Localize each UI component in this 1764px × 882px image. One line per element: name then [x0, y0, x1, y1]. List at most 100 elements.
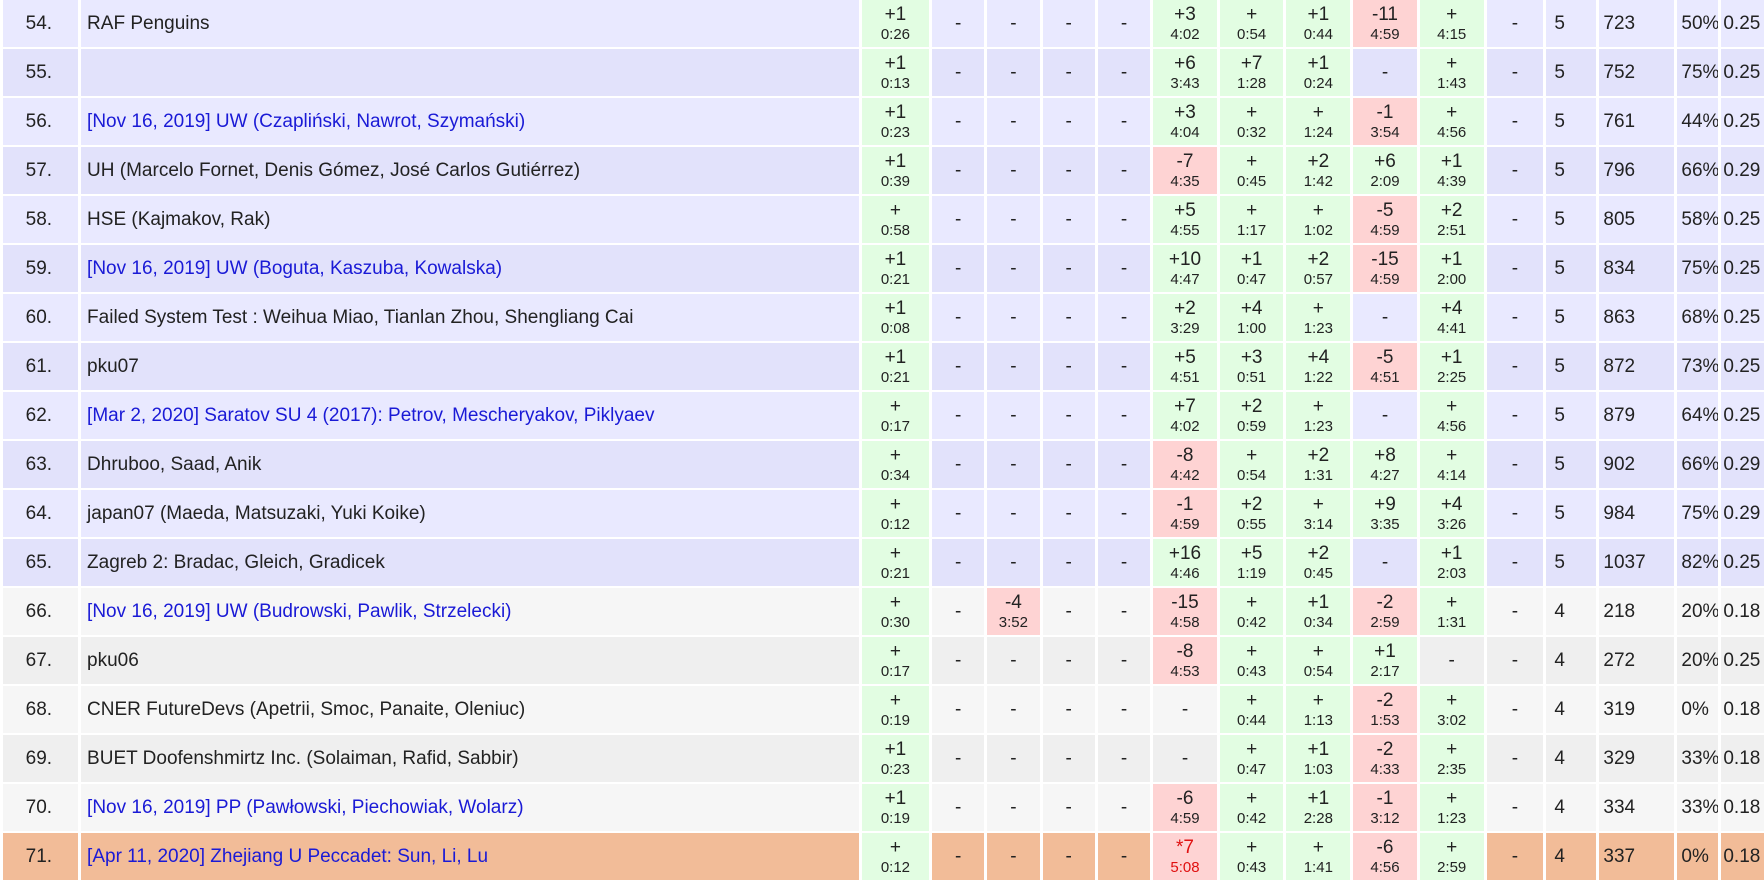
problem-cell-accepted[interactable]: +2 1:31: [1286, 441, 1351, 490]
problem-cell-accepted[interactable]: +3:14: [1286, 490, 1351, 539]
problem-cell-rejected[interactable]: -2 4:33: [1353, 735, 1417, 784]
problem-cell-accepted[interactable]: +1 1:03: [1286, 735, 1351, 784]
party-link[interactable]: [Apr 11, 2020] Zhejiang U Peccadet: Sun,…: [81, 833, 859, 882]
problem-cell-accepted[interactable]: +0:30: [861, 588, 929, 637]
problem-cell-accepted[interactable]: +0:12: [861, 833, 929, 882]
problem-cell-accepted[interactable]: +1 0:13: [861, 49, 929, 98]
problem-cell-accepted[interactable]: +0:32: [1219, 98, 1284, 147]
problem-cell-accepted[interactable]: +4:56: [1419, 392, 1484, 441]
party-link[interactable]: [Mar 2, 2020] Saratov SU 4 (2017): Petro…: [81, 392, 859, 441]
problem-cell-accepted[interactable]: +1 2:28: [1286, 784, 1351, 833]
problem-cell-accepted[interactable]: +2 0:59: [1219, 392, 1284, 441]
problem-cell-accepted[interactable]: +1:02: [1286, 196, 1351, 245]
problem-cell-accepted[interactable]: +6 3:43: [1153, 49, 1217, 98]
problem-cell-accepted[interactable]: +1 0:08: [861, 294, 929, 343]
problem-cell-accepted[interactable]: +2 1:42: [1286, 147, 1351, 196]
problem-cell-accepted[interactable]: +0:43: [1219, 833, 1284, 882]
problem-cell-accepted[interactable]: +3 4:04: [1153, 98, 1217, 147]
problem-cell-accepted[interactable]: +9 3:35: [1353, 490, 1417, 539]
problem-cell-rejected[interactable]: -5 4:59: [1353, 196, 1417, 245]
party-link[interactable]: [Nov 16, 2019] UW (Budrowski, Pawlik, St…: [81, 588, 859, 637]
problem-cell-accepted[interactable]: +4:14: [1419, 441, 1484, 490]
problem-cell-rejected[interactable]: -8 4:42: [1153, 441, 1217, 490]
problem-cell-accepted[interactable]: +4 1:00: [1219, 294, 1284, 343]
problem-cell-accepted[interactable]: +1:31: [1419, 588, 1484, 637]
problem-cell-rejected[interactable]: -6 4:56: [1353, 833, 1417, 882]
problem-cell-rejected[interactable]: -15 4:58: [1153, 588, 1217, 637]
problem-cell-rejected[interactable]: -2 1:53: [1353, 686, 1417, 735]
problem-cell-accepted[interactable]: +16 4:46: [1153, 539, 1217, 588]
problem-cell-accepted[interactable]: +0:19: [861, 686, 929, 735]
problem-cell-accepted[interactable]: +2 2:51: [1419, 196, 1484, 245]
problem-cell-accepted[interactable]: +1 0:39: [861, 147, 929, 196]
problem-cell-rejected[interactable]: -11 4:59: [1353, 0, 1417, 49]
problem-cell-rejected[interactable]: *7 5:08: [1153, 833, 1217, 882]
problem-cell-accepted[interactable]: +1:23: [1286, 392, 1351, 441]
problem-cell-accepted[interactable]: +1:23: [1419, 784, 1484, 833]
problem-cell-accepted[interactable]: +10 4:47: [1153, 245, 1217, 294]
problem-cell-accepted[interactable]: +2 0:45: [1286, 539, 1351, 588]
problem-cell-accepted[interactable]: +4:56: [1419, 98, 1484, 147]
problem-cell-accepted[interactable]: +3 4:02: [1153, 0, 1217, 49]
problem-cell-rejected[interactable]: -1 3:12: [1353, 784, 1417, 833]
problem-cell-accepted[interactable]: +1 2:17: [1353, 637, 1417, 686]
problem-cell-accepted[interactable]: +4 1:22: [1286, 343, 1351, 392]
problem-cell-accepted[interactable]: +1:13: [1286, 686, 1351, 735]
problem-cell-rejected[interactable]: -6 4:59: [1153, 784, 1217, 833]
problem-cell-accepted[interactable]: +8 4:27: [1353, 441, 1417, 490]
problem-cell-accepted[interactable]: +1 0:26: [861, 0, 929, 49]
problem-cell-accepted[interactable]: +0:12: [861, 490, 929, 539]
problem-cell-accepted[interactable]: +1 0:19: [861, 784, 929, 833]
problem-cell-accepted[interactable]: +0:17: [861, 637, 929, 686]
problem-cell-accepted[interactable]: +1:24: [1286, 98, 1351, 147]
problem-cell-accepted[interactable]: +2 0:57: [1286, 245, 1351, 294]
problem-cell-accepted[interactable]: +0:47: [1219, 735, 1284, 784]
problem-cell-accepted[interactable]: +1 2:00: [1419, 245, 1484, 294]
problem-cell-rejected[interactable]: -1 3:54: [1353, 98, 1417, 147]
problem-cell-accepted[interactable]: +1 2:25: [1419, 343, 1484, 392]
problem-cell-accepted[interactable]: +2 3:29: [1153, 294, 1217, 343]
problem-cell-accepted[interactable]: +0:43: [1219, 637, 1284, 686]
problem-cell-rejected[interactable]: -8 4:53: [1153, 637, 1217, 686]
problem-cell-accepted[interactable]: +1:41: [1286, 833, 1351, 882]
problem-cell-accepted[interactable]: +0:54: [1219, 441, 1284, 490]
problem-cell-accepted[interactable]: +1 0:44: [1286, 0, 1351, 49]
problem-cell-accepted[interactable]: +7 1:28: [1219, 49, 1284, 98]
problem-cell-accepted[interactable]: +1 0:47: [1219, 245, 1284, 294]
problem-cell-accepted[interactable]: +0:54: [1219, 0, 1284, 49]
party-link[interactable]: [Nov 16, 2019] UW (Czapliński, Nawrot, S…: [81, 98, 859, 147]
problem-cell-accepted[interactable]: +4 4:41: [1419, 294, 1484, 343]
party-link[interactable]: [Nov 16, 2019] PP (Pawłowski, Piechowiak…: [81, 784, 859, 833]
problem-cell-accepted[interactable]: +0:44: [1219, 686, 1284, 735]
problem-cell-accepted[interactable]: +1 0:23: [861, 735, 929, 784]
problem-cell-accepted[interactable]: +2:59: [1419, 833, 1484, 882]
problem-cell-rejected[interactable]: -7 4:35: [1153, 147, 1217, 196]
problem-cell-accepted[interactable]: +1 2:03: [1419, 539, 1484, 588]
problem-cell-accepted[interactable]: +0:21: [861, 539, 929, 588]
problem-cell-accepted[interactable]: +1 4:39: [1419, 147, 1484, 196]
problem-cell-accepted[interactable]: +2 0:55: [1219, 490, 1284, 539]
problem-cell-accepted[interactable]: +0:17: [861, 392, 929, 441]
problem-cell-accepted[interactable]: +1:23: [1286, 294, 1351, 343]
problem-cell-rejected[interactable]: -15 4:59: [1353, 245, 1417, 294]
problem-cell-accepted[interactable]: +5 1:19: [1219, 539, 1284, 588]
problem-cell-accepted[interactable]: +6 2:09: [1353, 147, 1417, 196]
problem-cell-accepted[interactable]: +0:45: [1219, 147, 1284, 196]
problem-cell-accepted[interactable]: +0:54: [1286, 637, 1351, 686]
problem-cell-accepted[interactable]: +7 4:02: [1153, 392, 1217, 441]
problem-cell-accepted[interactable]: +2:35: [1419, 735, 1484, 784]
problem-cell-accepted[interactable]: +5 4:51: [1153, 343, 1217, 392]
problem-cell-rejected[interactable]: -4 3:52: [987, 588, 1040, 637]
problem-cell-accepted[interactable]: +4 3:26: [1419, 490, 1484, 539]
problem-cell-accepted[interactable]: +0:58: [861, 196, 929, 245]
problem-cell-accepted[interactable]: +3:02: [1419, 686, 1484, 735]
problem-cell-accepted[interactable]: +1:43: [1419, 49, 1484, 98]
problem-cell-accepted[interactable]: +1 0:21: [861, 343, 929, 392]
problem-cell-accepted[interactable]: +3 0:51: [1219, 343, 1284, 392]
problem-cell-accepted[interactable]: +0:42: [1219, 588, 1284, 637]
problem-cell-accepted[interactable]: +1 0:23: [861, 98, 929, 147]
problem-cell-accepted[interactable]: +1:17: [1219, 196, 1284, 245]
problem-cell-accepted[interactable]: +1 0:21: [861, 245, 929, 294]
problem-cell-accepted[interactable]: +1 0:24: [1286, 49, 1351, 98]
problem-cell-rejected[interactable]: -2 2:59: [1353, 588, 1417, 637]
